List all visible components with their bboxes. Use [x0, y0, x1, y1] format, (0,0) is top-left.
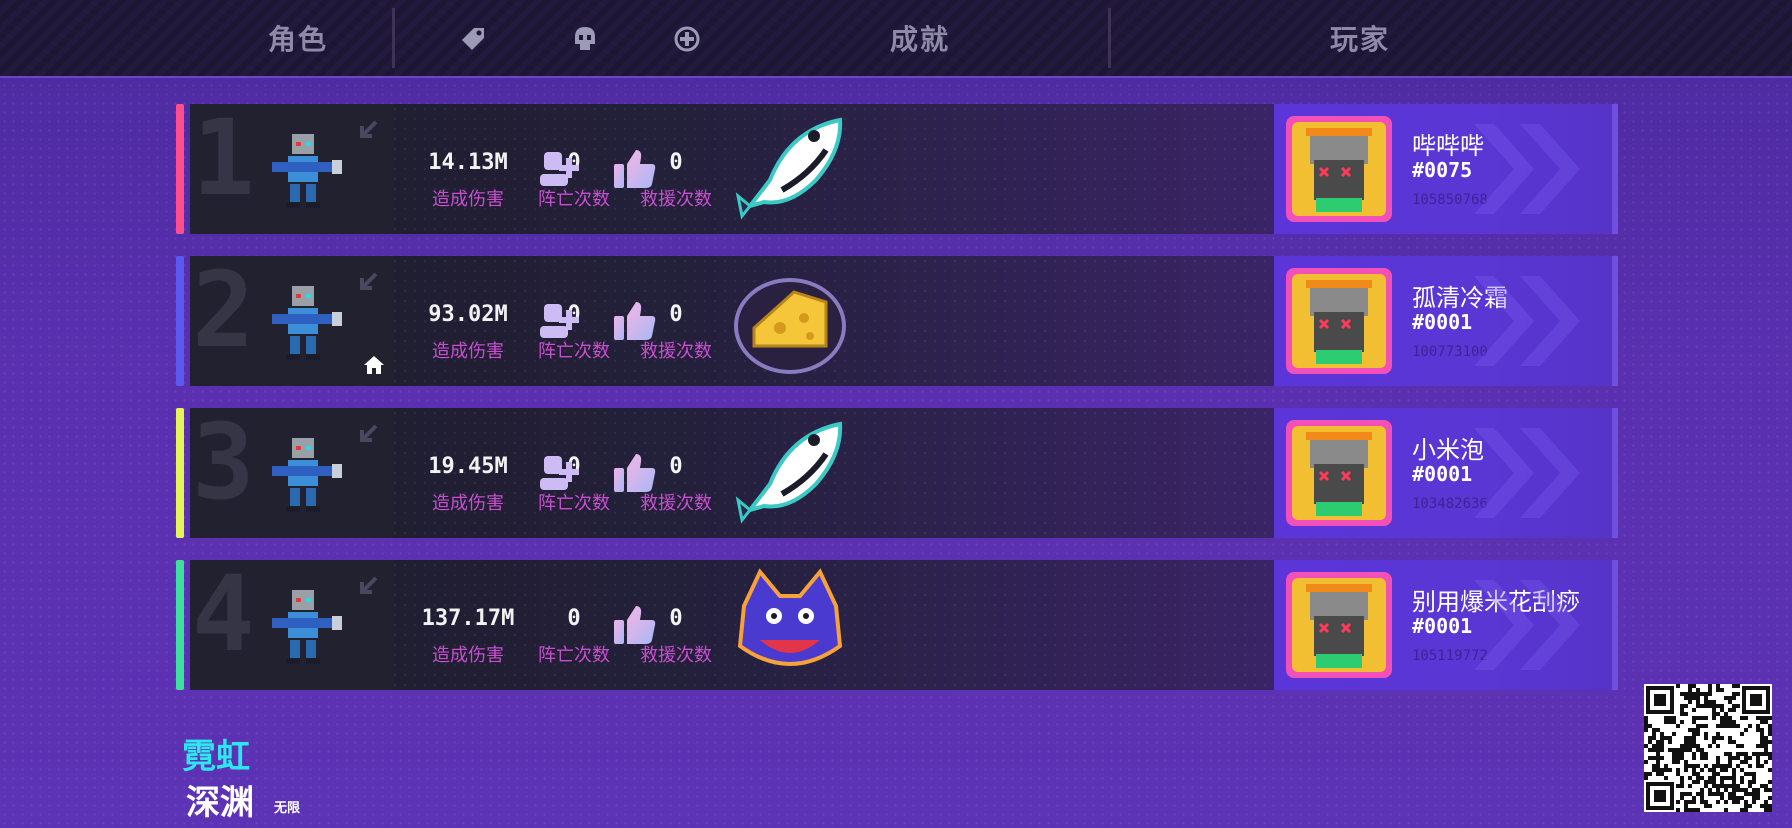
player-card: 别用爆米花刮痧 #0001 105119772: [1274, 560, 1618, 690]
arrow-down-left-icon: [360, 272, 378, 290]
logo-line1: 霓虹: [182, 737, 250, 777]
deaths-value: 0: [567, 606, 581, 631]
thumbs-up-icon[interactable]: [612, 298, 658, 344]
damage-value: 14.13M: [428, 150, 508, 175]
damage-stat: 137.17M 造成伤害: [418, 606, 518, 667]
rank-accent-bar: [176, 256, 184, 386]
player-row: 2 93.02M 造成伤害 0 阵亡次数 0 救援次数 孤清冷霜 #0001 1…: [176, 256, 1618, 386]
damage-label: 造成伤害: [432, 493, 504, 514]
row-stats-panel: 2 93.02M 造成伤害 0 阵亡次数 0 救援次数: [190, 256, 1280, 386]
achievement-fish-icon[interactable]: [730, 414, 850, 532]
chevron-decor-icon: [1474, 428, 1580, 518]
qr-code: [1644, 684, 1772, 812]
character-sprite: [272, 134, 342, 208]
arrow-down-left-icon: [360, 120, 378, 138]
damage-stat: 19.45M 造成伤害: [418, 454, 518, 515]
add-friend-icon[interactable]: [538, 452, 582, 496]
player-card: 小米泡 #0001 103482636: [1274, 408, 1618, 538]
rank-accent-bar: [176, 408, 184, 538]
rank-number: 4: [192, 553, 255, 675]
header-divider: [392, 8, 395, 68]
arrow-down-left-icon: [360, 424, 378, 442]
header-character: 角色: [268, 23, 329, 56]
header-achievement: 成就: [890, 23, 951, 56]
player-row: 4 137.17M 造成伤害 0 阵亡次数 0 救援次数 #0001 10511…: [176, 560, 1618, 690]
player-avatar[interactable]: [1280, 110, 1398, 228]
row-stats-panel: 1 14.13M 造成伤害 0 阵亡次数 0 救援次数: [190, 104, 1280, 234]
player-avatar[interactable]: [1280, 566, 1398, 684]
player-card: 孤清冷霜 #0001 100773100: [1274, 256, 1618, 386]
home-icon: [364, 356, 384, 374]
damage-label: 造成伤害: [432, 645, 504, 666]
player-avatar[interactable]: [1280, 414, 1398, 532]
character-box[interactable]: 2: [190, 256, 394, 386]
character-box[interactable]: 3: [190, 408, 394, 538]
achievement-fish-icon[interactable]: [730, 110, 850, 228]
rank-accent-bar: [176, 560, 184, 690]
damage-value: 93.02M: [428, 302, 508, 327]
tag-icon: [462, 28, 484, 50]
damage-stat: 14.13M 造成伤害: [418, 150, 518, 211]
game-logo: 霓虹 深渊 无限: [182, 737, 301, 818]
damage-label: 造成伤害: [432, 189, 504, 210]
player-row: 3 19.45M 造成伤害 0 阵亡次数 0 救援次数 小米泡 #0001 10…: [176, 408, 1618, 538]
row-stats-panel: 4 137.17M 造成伤害 0 阵亡次数 0 救援次数: [190, 560, 1280, 690]
deaths-stat: 0 阵亡次数: [526, 606, 622, 667]
plus-circle-icon: [674, 26, 700, 52]
scoreboard-header: 角色 成就 玩家: [0, 0, 1792, 78]
rank-number: 3: [192, 401, 255, 523]
skull-icon: [575, 27, 595, 50]
add-friend-icon[interactable]: [538, 300, 582, 344]
chevron-decor-icon: [1474, 276, 1580, 366]
damage-label: 造成伤害: [432, 341, 504, 362]
rank-number: 1: [192, 97, 255, 219]
damage-value: 19.45M: [428, 454, 508, 479]
deaths-label: 阵亡次数: [538, 645, 610, 666]
logo-line2: 深渊: [186, 783, 254, 818]
player-card: 哔哔哔 #0075 105850768: [1274, 104, 1618, 234]
player-avatar[interactable]: [1280, 262, 1398, 380]
thumbs-up-icon[interactable]: [612, 602, 658, 648]
character-sprite: [272, 438, 342, 512]
thumbs-up-icon[interactable]: [612, 450, 658, 496]
logo-badge: 无限: [273, 801, 301, 816]
player-row: 1 14.13M 造成伤害 0 阵亡次数 0 救援次数 哔哔哔 #0075 10…: [176, 104, 1618, 234]
character-sprite: [272, 590, 342, 664]
rank-accent-bar: [176, 104, 184, 234]
damage-value: 137.17M: [421, 606, 515, 631]
character-box[interactable]: 4: [190, 560, 394, 690]
achievement-wolf-icon[interactable]: [730, 566, 850, 684]
achievement-cheese-icon[interactable]: [730, 262, 850, 380]
chevron-decor-icon: [1474, 580, 1580, 670]
arrow-down-left-icon: [360, 576, 378, 594]
rank-number: 2: [192, 249, 255, 371]
header-player: 玩家: [1330, 23, 1391, 56]
character-box[interactable]: 1: [190, 104, 394, 234]
thumbs-up-icon[interactable]: [612, 146, 658, 192]
damage-stat: 93.02M 造成伤害: [418, 302, 518, 363]
row-stats-panel: 3 19.45M 造成伤害 0 阵亡次数 0 救援次数: [190, 408, 1280, 538]
add-friend-icon[interactable]: [538, 148, 582, 192]
chevron-decor-icon: [1474, 124, 1580, 214]
header-divider: [1108, 8, 1111, 68]
character-sprite: [272, 286, 342, 360]
